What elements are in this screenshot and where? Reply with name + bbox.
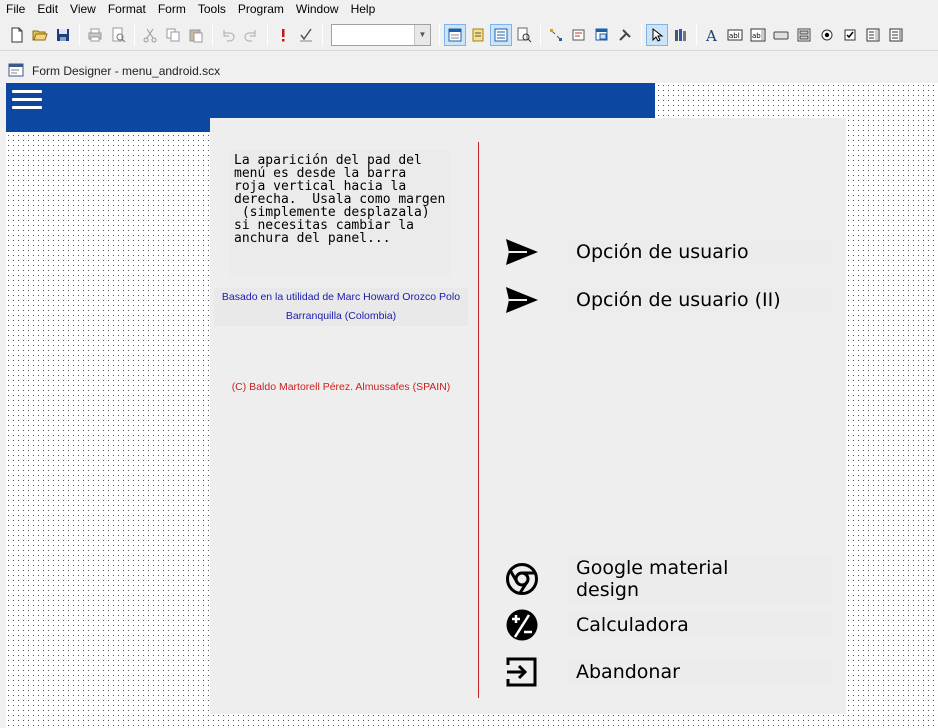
chevron-down-icon[interactable]: ▼ [414, 24, 430, 45]
credit-line-1: Basado en la utilidad de Marc Howard Oro… [221, 291, 461, 303]
button-group-tool-icon[interactable] [793, 24, 815, 46]
toolbar-separator [322, 23, 323, 46]
toolbar-separator [641, 23, 642, 46]
hamburger-menu-icon[interactable] [12, 90, 42, 112]
option-user-1[interactable]: Opción de usuario [502, 233, 832, 271]
svg-text:ab: ab [752, 32, 761, 40]
menu-program[interactable]: Program [232, 0, 290, 19]
option-calculadora[interactable]: Calculadora [502, 606, 832, 644]
send-arrow-icon [502, 281, 542, 319]
send-arrow-icon [502, 233, 542, 271]
toolbar-separator [696, 23, 697, 46]
exit-icon [502, 653, 542, 691]
print-icon[interactable] [84, 24, 106, 46]
panel-margin-line[interactable] [478, 142, 479, 698]
zoom-icon[interactable] [591, 24, 613, 46]
textbox-tool-icon[interactable]: abl [724, 24, 746, 46]
new-icon[interactable] [6, 24, 28, 46]
zoom-combo[interactable]: ▼ [331, 23, 431, 46]
toolbar-separator [540, 23, 541, 46]
pointer-icon[interactable] [646, 23, 668, 46]
view-classes-icon[interactable] [669, 24, 691, 46]
form-designer-titlebar: Form Designer - menu_android.scx [0, 59, 938, 83]
menu-panel: La aparición del pad del menú es desde l… [210, 118, 846, 714]
builder-icon[interactable] [568, 24, 590, 46]
menu-bar: File Edit View Format Form Tools Program… [0, 0, 938, 19]
form-designer-title: Form Designer - menu_android.scx [32, 64, 221, 78]
form-designer-icon [8, 63, 24, 80]
credit-label: Basado en la utilidad de Marc Howard Oro… [214, 288, 468, 326]
menu-help[interactable]: Help [345, 0, 382, 19]
option-label: Opción de usuario [568, 239, 832, 265]
cut-icon[interactable] [139, 24, 161, 46]
option-label: Google material design [568, 555, 832, 603]
combobox-tool-icon[interactable] [862, 24, 884, 46]
code-window-icon[interactable] [513, 24, 535, 46]
listbox-tool-icon[interactable] [885, 24, 907, 46]
chrome-icon [502, 560, 542, 598]
undo-icon[interactable] [217, 24, 239, 46]
option-abandonar[interactable]: Abandonar [502, 653, 832, 691]
checkbox-tool-icon[interactable] [839, 24, 861, 46]
svg-text:abl: abl [729, 32, 740, 40]
standard-toolbar: ▼ A abl ab [0, 19, 938, 51]
toolbar-separator [212, 23, 213, 46]
code-check-icon[interactable] [295, 24, 317, 46]
instructions-note: La aparición del pad del menú es desde l… [230, 150, 450, 276]
button-tool-icon[interactable] [770, 24, 792, 46]
svg-text:A: A [705, 27, 717, 43]
class-browser-icon[interactable] [545, 24, 567, 46]
form-control-icon[interactable] [467, 24, 489, 46]
run-icon[interactable] [272, 24, 294, 46]
editbox-tool-icon[interactable]: ab [747, 24, 769, 46]
form-canvas[interactable]: La aparición del pad del menú es desde l… [6, 83, 938, 728]
toolbar-separator [267, 23, 268, 46]
menu-window[interactable]: Window [290, 0, 345, 19]
copyright-label: (C) Baldo Martorell Pérez. Almussafes (S… [231, 381, 451, 393]
print-preview-icon[interactable] [107, 24, 129, 46]
menu-tools[interactable]: Tools [192, 0, 232, 19]
menu-view[interactable]: View [64, 0, 102, 19]
option-label: Calculadora [568, 612, 832, 638]
toolbar-separator [79, 23, 80, 46]
option-user-2[interactable]: Opción de usuario (II) [502, 281, 832, 319]
label-tool-icon[interactable]: A [701, 24, 723, 46]
data-environment-icon[interactable] [490, 23, 512, 46]
redo-icon[interactable] [240, 24, 262, 46]
menu-format[interactable]: Format [102, 0, 152, 19]
form-properties-icon[interactable] [444, 23, 466, 46]
calculator-icon [502, 606, 542, 644]
open-icon[interactable] [29, 24, 51, 46]
menu-file[interactable]: File [0, 0, 31, 19]
option-label: Opción de usuario (II) [568, 287, 832, 313]
paste-icon[interactable] [185, 24, 207, 46]
menu-form[interactable]: Form [152, 0, 192, 19]
toolbar-separator [134, 23, 135, 46]
option-tool-icon[interactable] [816, 24, 838, 46]
credit-line-2: Barranquilla (Colombia) [285, 310, 397, 322]
option-google-material[interactable]: Google material design [502, 555, 832, 603]
toolbar-separator [439, 23, 440, 46]
menu-edit[interactable]: Edit [31, 0, 64, 19]
option-label: Abandonar [568, 659, 832, 685]
tools-icon[interactable] [614, 24, 636, 46]
save-icon[interactable] [52, 24, 74, 46]
copy-icon[interactable] [162, 24, 184, 46]
